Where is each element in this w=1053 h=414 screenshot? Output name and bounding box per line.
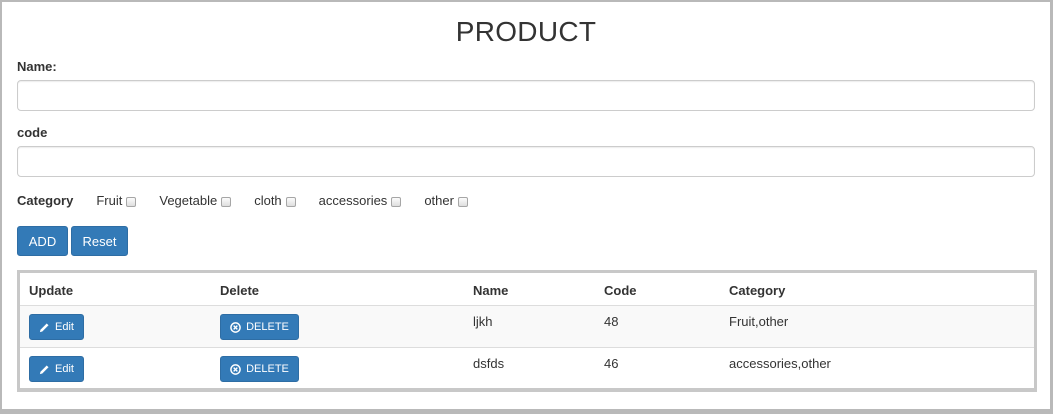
app-frame: PRODUCT Name: code Category Fruit Vegeta… (0, 0, 1053, 414)
header-delete: Delete (220, 283, 260, 298)
cell-code: 48 (604, 314, 619, 329)
category-option-label: cloth (254, 192, 282, 208)
table-row: Edit DELETE dsfds 46 accessories,other (20, 347, 1034, 389)
accessories-checkbox[interactable] (391, 196, 402, 207)
add-button[interactable]: ADD (17, 226, 68, 256)
category-option-fruit[interactable]: Fruit (96, 192, 137, 208)
code-label: code (17, 125, 48, 140)
edit-label: Edit (55, 321, 74, 333)
name-label: Name: (17, 59, 57, 74)
category-group: Category Fruit Vegetable cloth accessori… (17, 190, 491, 210)
delete-label: DELETE (246, 363, 289, 375)
pencil-icon (39, 322, 49, 332)
category-option-vegetable[interactable]: Vegetable (159, 192, 232, 208)
pencil-icon (39, 364, 49, 374)
product-table: Update Delete Name Code Category Edit DE… (17, 270, 1037, 392)
cell-name: dsfds (473, 356, 505, 371)
remove-circle-icon (230, 363, 241, 375)
header-update: Update (29, 283, 74, 298)
vegetable-checkbox[interactable] (221, 196, 232, 207)
category-option-accessories[interactable]: accessories (319, 193, 402, 208)
category-option-label: other (424, 192, 454, 208)
cell-name: ljkh (473, 314, 493, 329)
reset-button[interactable]: Reset (71, 226, 128, 256)
category-option-label: accessories (318, 192, 388, 208)
header-code: Code (604, 283, 637, 298)
cloth-checkbox[interactable] (285, 196, 296, 207)
delete-button[interactable]: DELETE (220, 356, 299, 382)
name-input[interactable] (17, 80, 1035, 111)
cell-code: 46 (604, 356, 619, 371)
edit-button[interactable]: Edit (29, 314, 84, 340)
fruit-checkbox[interactable] (126, 196, 137, 207)
cell-category: Fruit,other (729, 314, 789, 329)
header-name: Name (473, 283, 509, 298)
category-option-other[interactable]: other (424, 193, 468, 208)
other-checkbox[interactable] (457, 196, 468, 207)
table-row: Edit DELETE ljkh 48 Fruit,other (20, 305, 1034, 347)
category-option-cloth[interactable]: cloth (254, 192, 296, 208)
header-category: Category (729, 283, 786, 298)
category-option-label: Fruit (96, 192, 123, 208)
cell-category: accessories,other (729, 356, 831, 371)
code-input[interactable] (17, 146, 1035, 177)
delete-label: DELETE (246, 321, 289, 333)
category-option-label: Vegetable (159, 192, 218, 208)
remove-circle-icon (230, 321, 241, 333)
edit-label: Edit (55, 363, 74, 375)
delete-button[interactable]: DELETE (220, 314, 299, 340)
category-label: Category (17, 192, 74, 208)
page-title: PRODUCT (455, 16, 597, 47)
edit-button[interactable]: Edit (29, 356, 84, 382)
